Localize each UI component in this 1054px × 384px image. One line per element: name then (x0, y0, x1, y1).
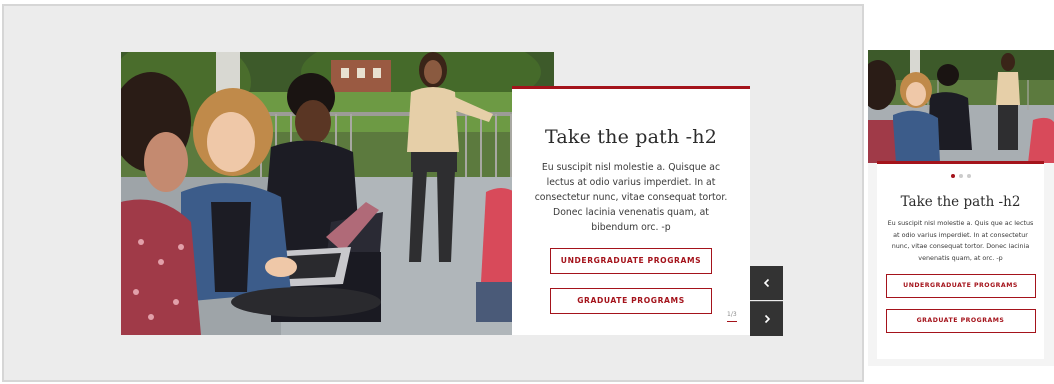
mobile-card-heading: Take the path -h2 (900, 194, 1021, 210)
card-heading: Take the path -h2 (544, 126, 718, 148)
carousel-dot-2[interactable] (958, 174, 963, 178)
carousel-dots (877, 174, 1044, 180)
mobile-mockup-frame: Take the path -h2 Eu suscipit nisl moles… (868, 50, 1054, 366)
chevron-left-icon (763, 278, 769, 288)
carousel-prev-button[interactable] (750, 266, 783, 300)
mobile-card-paragraph: Eu suscipit nisl molestie a. Quis que ac… (887, 219, 1034, 262)
hero-photo (121, 52, 554, 335)
card-paragraph: Eu suscipit nisl molestie a. Quisque ac … (534, 162, 728, 233)
undergraduate-programs-button[interactable]: UNDERGRADUATE PROGRAMS (550, 248, 712, 274)
carousel-dot-3[interactable] (966, 174, 971, 178)
carousel-next-button[interactable] (750, 301, 783, 336)
hero-content-card: Take the path -h2 Eu suscipit nisl moles… (512, 86, 750, 335)
mobile-graduate-programs-button[interactable]: GRADUATE PROGRAMS (885, 309, 1036, 333)
mobile-content-card: Take the path -h2 Eu suscipit nisl moles… (877, 161, 1044, 359)
graduate-programs-button[interactable]: GRADUATE PROGRAMS (550, 288, 712, 314)
carousel-dot-1[interactable] (950, 174, 955, 178)
mobile-undergraduate-programs-button[interactable]: UNDERGRADUATE PROGRAMS (885, 274, 1036, 298)
chevron-right-icon (764, 314, 770, 324)
slide-counter: 1/3 (727, 311, 737, 322)
mobile-hero-photo (868, 50, 1054, 163)
